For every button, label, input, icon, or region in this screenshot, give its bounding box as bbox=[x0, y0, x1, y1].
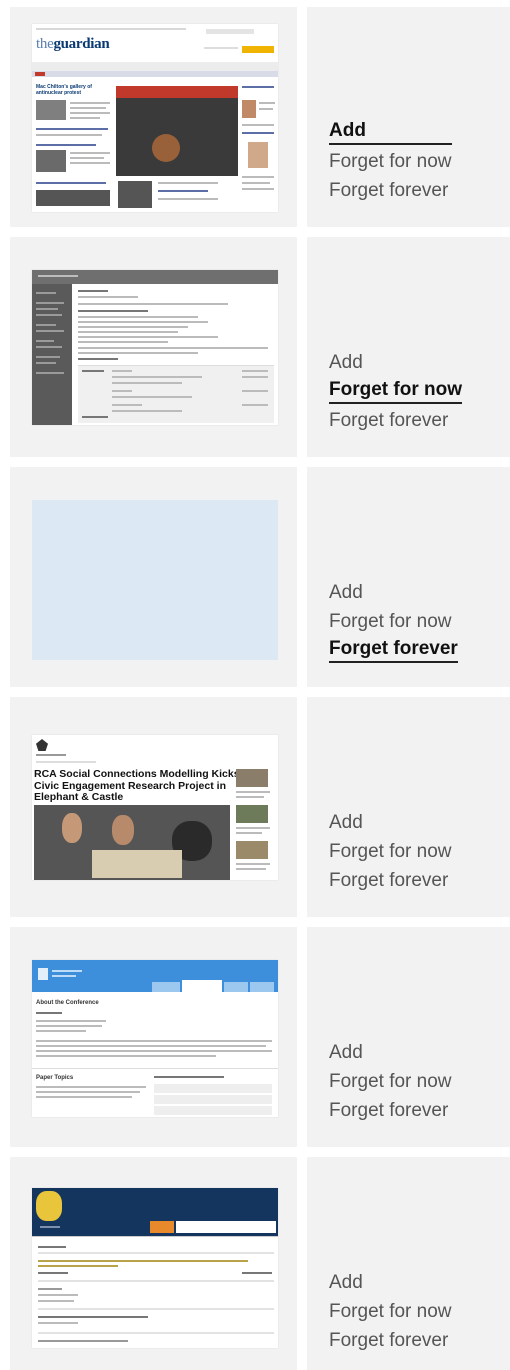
add-button[interactable]: Add bbox=[329, 808, 452, 837]
forget-forever-button[interactable]: Forget forever bbox=[329, 406, 462, 435]
forget-forever-button[interactable]: Forget forever bbox=[329, 1096, 452, 1125]
forget-for-now-button[interactable]: Forget for now bbox=[329, 607, 458, 636]
conference-section-title: About the Conference bbox=[36, 1000, 99, 1006]
forget-for-now-button[interactable]: Forget for now bbox=[329, 377, 462, 404]
forget-forever-button[interactable]: Forget forever bbox=[329, 1326, 452, 1355]
actions-list: Add Forget for now Forget forever bbox=[329, 578, 458, 665]
add-button[interactable]: Add bbox=[329, 348, 462, 377]
guardian-logo: theguardian bbox=[36, 36, 110, 52]
suggestion-row-3: Add Forget for now Forget forever bbox=[10, 467, 510, 687]
admin-table bbox=[78, 365, 274, 423]
university-logo-icon bbox=[36, 1191, 62, 1221]
crest-icon bbox=[36, 739, 48, 751]
thumbnail-cell: theguardian Mac Chilton's gallery of ant… bbox=[10, 7, 297, 227]
page-thumbnail-conference[interactable]: About the Conference Paper Topics bbox=[32, 960, 278, 1117]
add-button[interactable]: Add bbox=[329, 578, 458, 607]
guardian-nav bbox=[32, 62, 278, 71]
search-button bbox=[150, 1221, 174, 1233]
actions-cell: Add Forget for now Forget forever bbox=[307, 7, 510, 227]
forget-forever-button[interactable]: Forget forever bbox=[329, 176, 452, 205]
actions-list: Add Forget for now Forget forever bbox=[329, 348, 462, 435]
actions-list: Add Forget for now Forget forever bbox=[329, 808, 452, 895]
thumbnail-cell bbox=[10, 237, 297, 457]
suggestion-row-6: Add Forget for now Forget forever bbox=[10, 1157, 510, 1370]
add-button[interactable]: Add bbox=[329, 1038, 452, 1067]
actions-cell: Add Forget for now Forget forever bbox=[307, 697, 510, 917]
conference-topics-title: Paper Topics bbox=[36, 1075, 74, 1081]
page-thumbnail-blank[interactable] bbox=[32, 500, 278, 660]
forget-for-now-button[interactable]: Forget for now bbox=[329, 1297, 452, 1326]
suggestion-row-1: theguardian Mac Chilton's gallery of ant… bbox=[10, 7, 510, 227]
forget-for-now-button[interactable]: Forget for now bbox=[329, 1067, 452, 1096]
suggestion-row-2: Add Forget for now Forget forever bbox=[10, 237, 510, 457]
guardian-hero-title bbox=[116, 86, 238, 98]
thumbnail-cell bbox=[10, 467, 297, 687]
add-button[interactable]: Add bbox=[329, 118, 452, 145]
forget-for-now-button[interactable]: Forget for now bbox=[329, 147, 452, 176]
suggestion-row-4: RCA Social Connections Modelling Kicks O… bbox=[10, 697, 510, 917]
actions-list: Add Forget for now Forget forever bbox=[329, 1268, 452, 1355]
thumbnail-cell: About the Conference Paper Topics bbox=[10, 927, 297, 1147]
thumbnail-cell: RCA Social Connections Modelling Kicks O… bbox=[10, 697, 297, 917]
forget-forever-button[interactable]: Forget forever bbox=[329, 866, 452, 895]
actions-cell: Add Forget for now Forget forever bbox=[307, 927, 510, 1147]
guardian-subnav bbox=[32, 71, 278, 77]
page-thumbnail-admin[interactable] bbox=[32, 270, 278, 425]
page-thumbnail-guardian[interactable]: theguardian Mac Chilton's gallery of ant… bbox=[32, 24, 278, 212]
guardian-headline: Mac Chilton's gallery of antinuclear pro… bbox=[36, 84, 92, 96]
page-thumbnail-university[interactable] bbox=[32, 1188, 278, 1348]
suggestion-row-5: About the Conference Paper Topics Add Fo… bbox=[10, 927, 510, 1147]
article-headline: RCA Social Connections Modelling Kicks O… bbox=[34, 768, 258, 803]
admin-sidebar bbox=[32, 284, 72, 425]
actions-cell: Add Forget for now Forget forever bbox=[307, 467, 510, 687]
actions-list: Add Forget for now Forget forever bbox=[329, 118, 452, 205]
page-thumbnail-article[interactable]: RCA Social Connections Modelling Kicks O… bbox=[32, 735, 278, 880]
thumbnail-cell bbox=[10, 1157, 297, 1370]
actions-list: Add Forget for now Forget forever bbox=[329, 1038, 452, 1125]
add-button[interactable]: Add bbox=[329, 1268, 452, 1297]
admin-topbar bbox=[32, 270, 278, 284]
actions-cell: Add Forget for now Forget forever bbox=[307, 1157, 510, 1370]
actions-cell: Add Forget for now Forget forever bbox=[307, 237, 510, 457]
search-input bbox=[176, 1221, 276, 1233]
forget-forever-button[interactable]: Forget forever bbox=[329, 636, 458, 663]
forget-for-now-button[interactable]: Forget for now bbox=[329, 837, 452, 866]
